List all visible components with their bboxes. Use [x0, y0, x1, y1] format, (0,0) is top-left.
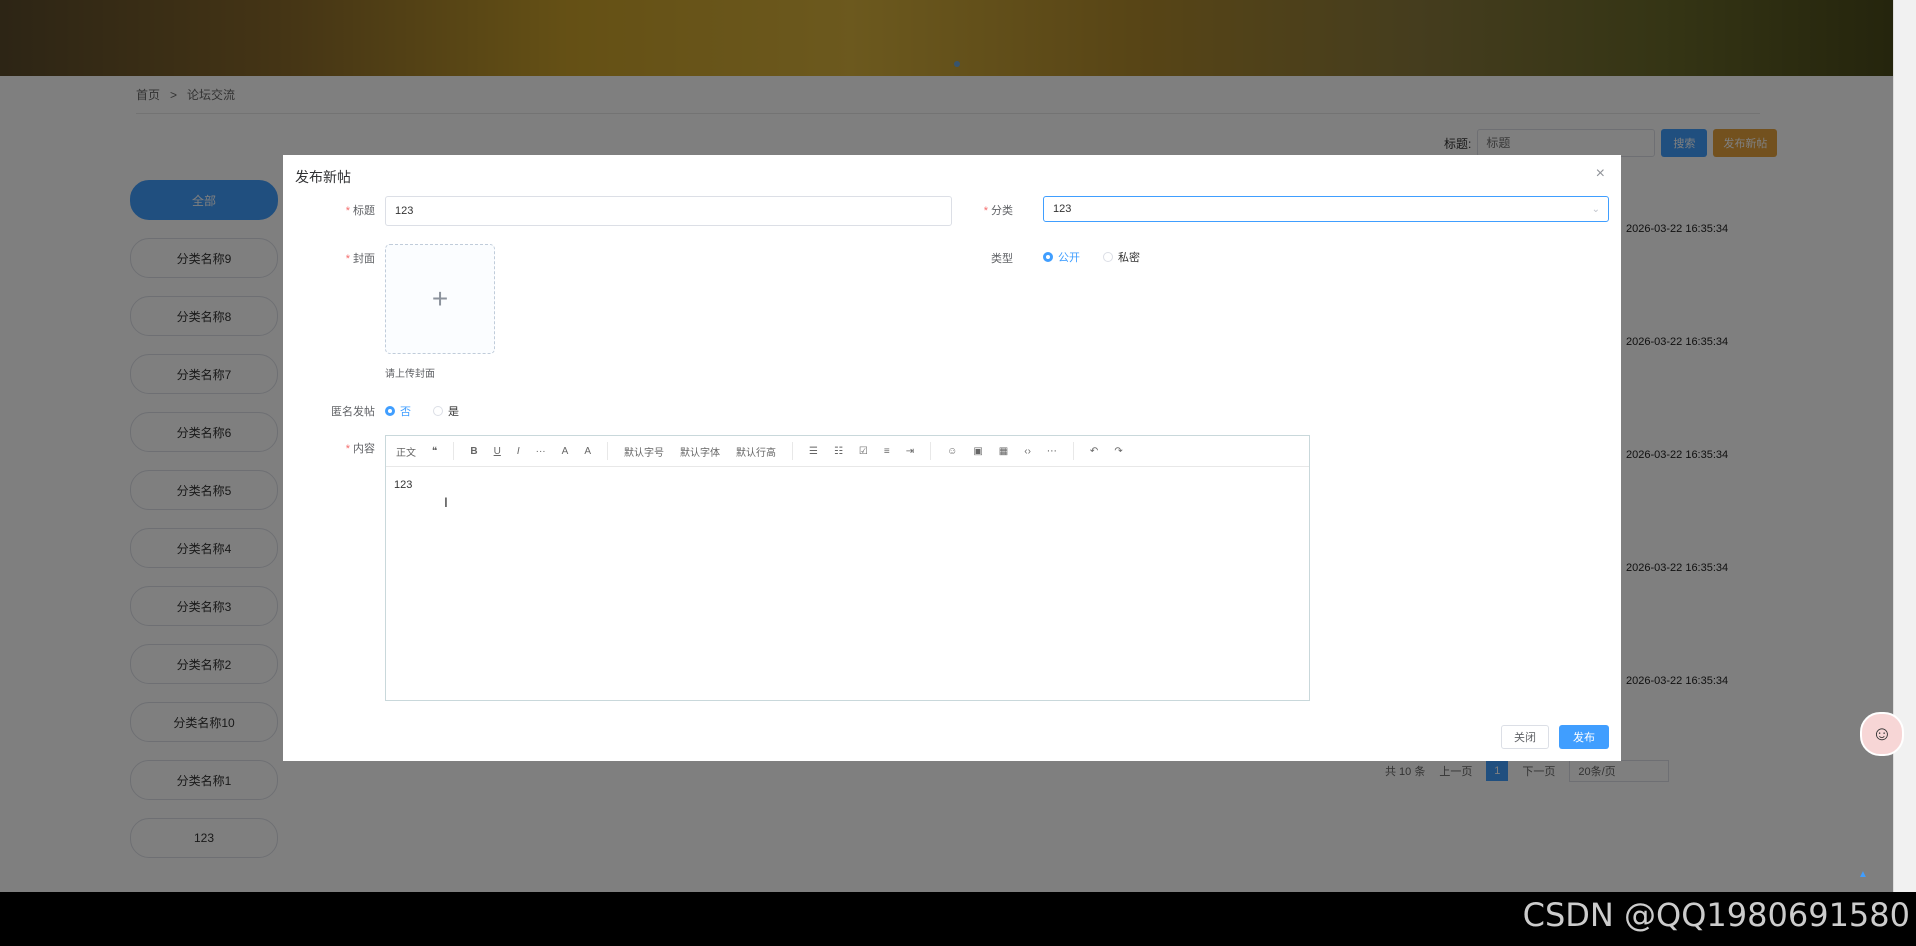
code-icon[interactable]: ‹›	[1024, 446, 1031, 457]
redo-icon[interactable]: ↷	[1114, 446, 1122, 457]
cover-upload[interactable]: +	[385, 244, 495, 354]
anon-yes-radio[interactable]: 是	[433, 403, 459, 419]
line-height-select[interactable]: 默认行高	[736, 444, 776, 459]
numbered-list-icon[interactable]: ☷	[834, 446, 843, 457]
font-size-select[interactable]: 默认字号	[624, 444, 664, 459]
type-public-radio[interactable]: 公开	[1043, 249, 1080, 265]
cover-field-label: * 封面	[345, 253, 375, 265]
plus-icon: +	[431, 283, 449, 314]
close-icon[interactable]: ×	[1596, 165, 1605, 183]
align-icon[interactable]: ≡	[884, 446, 890, 457]
rich-text-editor: 正文 ❝ B U I ··· A A 默认字号 默认字体 默认行高 ☰ ☷ ☑ …	[385, 435, 1310, 701]
indent-icon[interactable]: ⇥	[906, 446, 914, 457]
radio-dot	[385, 406, 395, 416]
category-select-value: 123	[1053, 203, 1072, 215]
todo-icon[interactable]: ☑	[859, 446, 868, 457]
type-private-label: 私密	[1118, 252, 1140, 264]
bold-icon[interactable]: B	[470, 446, 477, 457]
table-icon[interactable]: ▦	[999, 446, 1008, 457]
italic-icon[interactable]: I	[517, 446, 520, 457]
editor-toolbar: 正文 ❝ B U I ··· A A 默认字号 默认字体 默认行高 ☰ ☷ ☑ …	[386, 436, 1309, 467]
image-icon[interactable]: ▣	[973, 446, 982, 457]
dialog-footer: 关闭 发布	[1501, 725, 1609, 749]
toolbar-divider	[453, 442, 455, 460]
new-post-dialog: 发布新帖 × * 标题 123 * 分类 123 ⌄ * 封面 + 请上传封面 类型 …	[283, 155, 1621, 761]
content-field-label: * 内容	[345, 443, 375, 455]
dialog-title: 发布新帖	[295, 169, 351, 185]
editor-content[interactable]: 123	[386, 467, 1309, 503]
anon-no-radio[interactable]: 否	[385, 403, 411, 419]
divider-icon[interactable]: ⋯	[1047, 446, 1057, 457]
publish-button[interactable]: 发布	[1559, 725, 1609, 749]
background-color-icon[interactable]: A	[584, 446, 591, 457]
chevron-down-icon: ⌄	[1591, 204, 1600, 215]
underline-icon[interactable]: U	[494, 446, 501, 457]
undo-icon[interactable]: ↶	[1090, 446, 1098, 457]
scrollbar[interactable]	[1893, 0, 1916, 892]
type-private-radio[interactable]: 私密	[1103, 249, 1140, 265]
avatar[interactable]: ☺	[1860, 712, 1904, 756]
toolbar-divider	[1072, 442, 1074, 460]
radio-dot	[433, 406, 443, 416]
title-input[interactable]: 123	[385, 196, 952, 226]
title-field-label: * 标题	[345, 205, 375, 217]
toolbar-divider	[930, 442, 932, 460]
anon-no-label: 否	[400, 406, 411, 418]
heading-select[interactable]: 正文	[396, 444, 416, 459]
anon-field-label: 匿名发帖	[331, 406, 375, 418]
toolbar-divider	[606, 442, 608, 460]
type-field-label: 类型	[991, 253, 1013, 265]
anon-yes-label: 是	[448, 406, 459, 418]
upload-tip: 请上传封面	[385, 369, 435, 380]
category-field-label: * 分类	[983, 205, 1013, 217]
type-public-label: 公开	[1058, 252, 1080, 264]
watermark: CSDN @QQ1980691580	[1522, 896, 1910, 934]
font-color-icon[interactable]: A	[562, 446, 569, 457]
text-cursor-icon: I	[444, 494, 448, 510]
emoji-icon[interactable]: ☺	[947, 446, 957, 457]
radio-dot	[1103, 252, 1113, 262]
radio-dot	[1043, 252, 1053, 262]
font-family-select[interactable]: 默认字体	[680, 444, 720, 459]
category-select[interactable]: 123 ⌄	[1043, 196, 1609, 222]
quote-icon[interactable]: ❝	[432, 446, 437, 457]
scroll-to-top-icon[interactable]: ▲	[1858, 869, 1868, 880]
bulleted-list-icon[interactable]: ☰	[809, 446, 818, 457]
more-icon[interactable]: ···	[536, 446, 546, 457]
toolbar-divider	[791, 442, 793, 460]
close-button[interactable]: 关闭	[1501, 725, 1549, 749]
